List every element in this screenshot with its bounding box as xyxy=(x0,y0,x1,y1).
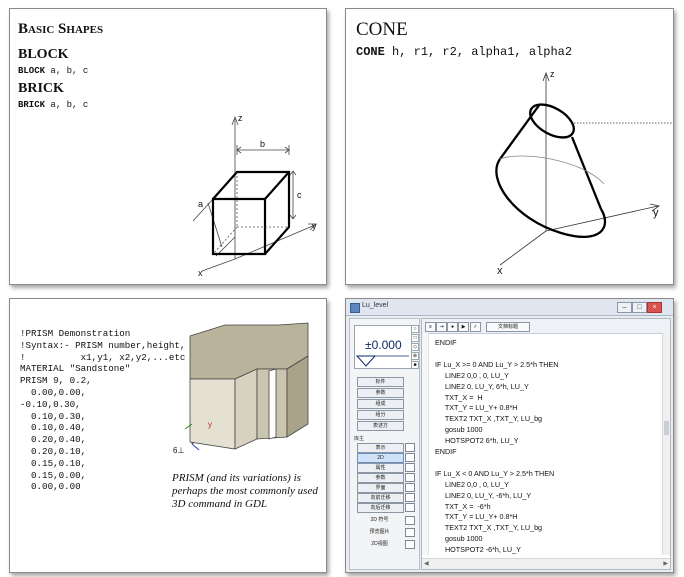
dimension-a-label: a xyxy=(198,199,204,209)
format-icon[interactable]: ≡ xyxy=(425,322,436,332)
code-line: LINE2 0,0 , 0, LU_Y xyxy=(435,479,509,489)
z-axis-label: z xyxy=(550,69,555,79)
panel-button[interactable]: 组分 xyxy=(357,410,404,420)
prism-slide: !PRISM Demonstration !Syntax:- PRISM numb… xyxy=(9,298,327,573)
code-line: ENDIF xyxy=(435,447,457,457)
view-tool-icon-3[interactable]: ◇ xyxy=(411,343,419,351)
code-line: HOTSPOT2 -6*h, LU_Y xyxy=(435,545,521,555)
code-line: IF Lu_X < 0 AND Lu_Y > 2.5*h THEN xyxy=(435,468,555,478)
code-line: TEXT2 TXT_X ,TXT_Y, LU_bg xyxy=(435,523,543,533)
script-checkbox[interactable] xyxy=(405,453,415,462)
code-line: LINE2 0, LU_Y, 6*h, LU_Y xyxy=(435,381,529,391)
script-list-button[interactable]: 表示 xyxy=(357,443,404,453)
script-checkbox[interactable] xyxy=(405,516,415,525)
code-line: gosub 1000 xyxy=(435,425,483,435)
script-checkbox[interactable] xyxy=(405,528,415,537)
find-icon[interactable]: ● xyxy=(447,322,458,332)
script-editor[interactable]: ≡ ⇥ ● ▶ ✓ 文档标题 ENDIF IF Lu_X >= 0 AND Lu_… xyxy=(421,318,671,570)
dimension-c-label: c xyxy=(297,190,302,200)
script-checkbox[interactable] xyxy=(405,463,415,472)
panel-button[interactable]: 表述方 xyxy=(357,421,404,431)
script-list-button[interactable]: 2D xyxy=(357,453,404,463)
code-line: HOTSPOT2 6*h, LU_Y xyxy=(435,436,519,446)
block-diagram xyxy=(192,115,317,272)
cone-slide: CONE CONE h, r1, r2, alpha1, alpha2 z y … xyxy=(345,8,674,285)
script-list-button[interactable]: 界面 xyxy=(357,483,404,493)
code-line: LINE2 0,0 , 0, LU_Y xyxy=(435,370,509,380)
replace-icon[interactable]: ▶ xyxy=(458,322,469,332)
left-panel: ±0.000 ○ □ ◇ ⊕ ■ 标件 参数 组成 组分 表述方 库主 表示 2D 属性 参数… xyxy=(349,318,420,570)
gdl-editor-window: Lu_level – □ × ±0.000 ○ □ ◇ ⊕ ■ 标件 参数 组成 组分… xyxy=(345,298,674,573)
section-label: 库主 xyxy=(354,436,365,442)
line-gutter xyxy=(422,333,429,555)
code-line: TEXT2 TXT_X ,TXT_Y, LU_bg xyxy=(435,414,543,424)
script-checkbox[interactable] xyxy=(405,493,415,502)
panel-button[interactable]: 参数 xyxy=(357,388,404,398)
close-button[interactable]: × xyxy=(647,302,662,313)
code-line: TXT_X = H xyxy=(435,392,483,402)
script-list-label[interactable]: 2D 符号 xyxy=(357,516,402,524)
panel-button[interactable]: 标件 xyxy=(357,377,404,387)
document-title-button[interactable]: 文档标题 xyxy=(486,322,530,332)
x-axis-label: x xyxy=(497,265,503,277)
view-tool-icon-2[interactable]: □ xyxy=(411,334,419,342)
indent-icon[interactable]: ⇥ xyxy=(436,322,447,332)
code-line: TXT_Y = LU_Y+ 0.8*H xyxy=(435,403,518,413)
cone-diagram xyxy=(495,71,673,266)
editor-toolbar: ≡ ⇥ ● ▶ ✓ 文档标题 xyxy=(422,319,670,334)
script-list-button[interactable]: 参数 xyxy=(357,473,404,483)
prism-caption: PRISM (and its variations) is perhaps th… xyxy=(172,472,318,510)
app-icon xyxy=(350,303,360,313)
dimension-b-label: b xyxy=(260,139,266,149)
script-checkbox[interactable] xyxy=(405,483,415,492)
script-list-label[interactable]: 2D视图 xyxy=(357,540,402,548)
axis-origin-label: 6⊥ xyxy=(173,446,185,455)
script-list-label[interactable]: 预览图片 xyxy=(357,528,402,536)
scroll-right-icon[interactable]: ▶ xyxy=(663,560,668,567)
z-axis-label: z xyxy=(238,113,243,123)
view-tool-icon-4[interactable]: ⊕ xyxy=(411,352,419,360)
scroll-thumb[interactable] xyxy=(664,421,669,435)
window-title: Lu_level xyxy=(362,302,389,309)
x-axis-label: x xyxy=(198,268,203,278)
vertical-scrollbar[interactable] xyxy=(662,333,670,555)
basic-shapes-slide: Basic Shapes BLOCK BLOCK a, b, c BRICK B… xyxy=(9,8,327,285)
view-tool-icon-1[interactable]: ○ xyxy=(411,325,419,333)
code-line: IF Lu_X >= 0 AND Lu_Y > 2.5*h THEN xyxy=(435,359,559,369)
script-checkbox[interactable] xyxy=(405,473,415,482)
script-code[interactable]: ENDIF IF Lu_X >= 0 AND Lu_Y > 2.5*h THEN … xyxy=(435,338,558,567)
panel-button[interactable]: 组成 xyxy=(357,399,404,409)
scroll-left-icon[interactable]: ◀ xyxy=(424,560,429,567)
minimize-button[interactable]: – xyxy=(617,302,632,313)
view-tool-icon-5[interactable]: ■ xyxy=(411,361,419,369)
script-list-button[interactable]: 向后迁移 xyxy=(357,503,404,513)
check-icon[interactable]: ✓ xyxy=(470,322,481,332)
code-line: gosub 1000 xyxy=(435,534,483,544)
y-axis-label: y xyxy=(653,207,659,219)
code-line: ENDIF xyxy=(435,338,457,347)
code-line: LINE2 0, LU_Y, -6*h, LU_Y xyxy=(435,490,532,500)
y-axis-label: y xyxy=(312,221,317,231)
level-marker-icon xyxy=(355,355,409,367)
prism-model xyxy=(184,322,309,451)
y-axis-label: y xyxy=(208,420,212,429)
script-checkbox[interactable] xyxy=(405,503,415,512)
maximize-button[interactable]: □ xyxy=(632,302,647,313)
title-bar[interactable]: Lu_level – □ × xyxy=(346,299,673,316)
horizontal-scrollbar[interactable]: ◀ ▶ xyxy=(422,558,670,569)
script-list-button[interactable]: 向前迁移 xyxy=(357,493,404,503)
script-checkbox[interactable] xyxy=(405,540,415,549)
value-preview: ±0.000 xyxy=(354,325,412,369)
code-line: TXT_Y = LU_Y+ 0.8*H xyxy=(435,512,518,522)
code-line: TXT_X = -6*h xyxy=(435,501,491,511)
script-list-button[interactable]: 属性 xyxy=(357,463,404,473)
script-checkbox[interactable] xyxy=(405,443,415,452)
